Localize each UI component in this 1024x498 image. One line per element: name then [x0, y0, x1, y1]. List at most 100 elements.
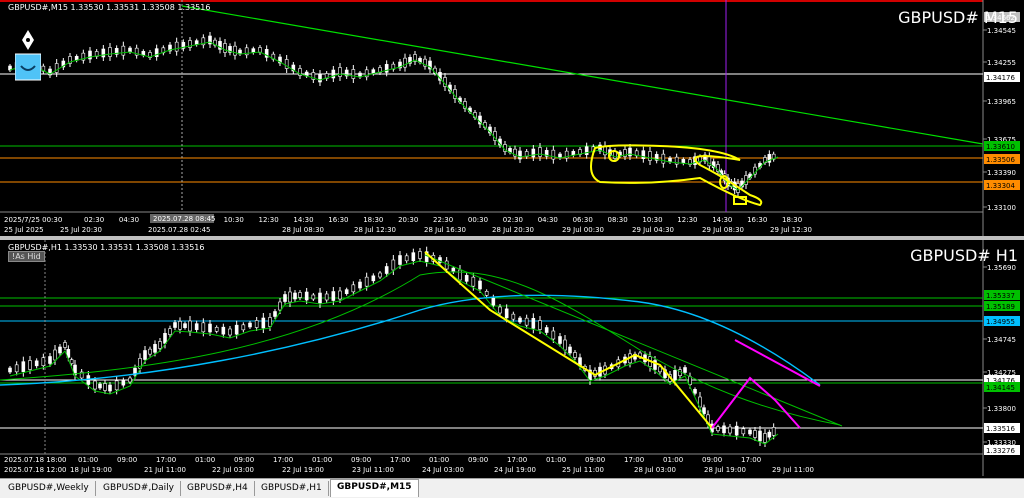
candle-body — [228, 328, 232, 336]
date-tick-label: 18 Jul 19:00 — [70, 466, 112, 474]
candle-body — [214, 327, 219, 332]
time-tick-label: 09:00 — [351, 456, 371, 464]
candle-body — [173, 322, 177, 328]
candle-body — [403, 57, 407, 68]
price-label: 1.33506 — [986, 156, 1015, 164]
candle-body — [411, 252, 416, 261]
date-tick-label: 29 Jul 08:30 — [702, 226, 744, 234]
candle-body — [311, 294, 316, 300]
m15-chart-pane[interactable]: 1.34545 1.34255 1.33965 1.33675 1.33390 1.331… — [0, 0, 1024, 236]
candle-body — [221, 326, 226, 335]
as-hidden-button[interactable]: !As Hid — [8, 251, 45, 262]
candle-body — [451, 267, 456, 273]
tab-weekly[interactable]: GBPUSD#,Weekly — [2, 481, 96, 496]
candle-body — [268, 317, 272, 327]
candle-body — [648, 151, 652, 161]
time-tick-label: 01:00 — [663, 456, 683, 464]
h1-chart-pane[interactable]: 1.35690 1.34745 1.34275 1.33800 1.33330 1.353… — [0, 240, 1024, 476]
time-tick-label: 09:00 — [468, 456, 488, 464]
time-tick-label: 09:00 — [234, 456, 254, 464]
date-tick-label: 22 Jul 03:00 — [212, 466, 254, 474]
tab-daily[interactable]: GBPUSD#,Daily — [97, 481, 181, 496]
price-tick-label: 1.35690 — [987, 264, 1016, 272]
candle-body — [661, 153, 666, 164]
price-tick-label: 1.33390 — [987, 169, 1016, 177]
candle-body — [28, 360, 32, 370]
time-tick-label: 18:30 — [363, 216, 383, 224]
candle-body — [58, 346, 62, 354]
candle-body — [148, 348, 152, 355]
date-tick-label: 25 Jul 20:30 — [60, 226, 102, 234]
price-tick-label: 1.33965 — [987, 98, 1016, 106]
candle-body — [234, 324, 239, 335]
time-tick-label: 17:00 — [156, 456, 176, 464]
candle-body — [41, 357, 46, 366]
candle-body — [491, 297, 496, 306]
time-tick-label: 02:30 — [84, 216, 104, 224]
chart-tab-bar: GBPUSD#,Weekly GBPUSD#,Daily GBPUSD#,H4 … — [0, 478, 1024, 498]
time-tick-label: 10:30 — [642, 216, 662, 224]
time-tick-label: 14:30 — [712, 216, 732, 224]
candle-body — [178, 321, 182, 330]
candle-body — [573, 352, 577, 358]
candle-body — [728, 426, 732, 434]
candle-body — [108, 47, 112, 57]
m15-chart-canvas[interactable]: 1.345451.342551.339651.336751.333901.331… — [0, 0, 1024, 236]
candle-body — [511, 313, 516, 320]
candle-body — [143, 350, 147, 360]
price-label: 1.33610 — [986, 143, 1015, 151]
candle-body — [716, 426, 720, 431]
candle-body — [758, 430, 762, 442]
time-tick-label: 10:30 — [224, 216, 244, 224]
candle-body — [338, 290, 342, 300]
candle-body — [563, 339, 567, 351]
date-tick-label: 28 Jul 03:00 — [634, 466, 676, 474]
candle-body — [351, 69, 356, 79]
date-tick-label: 25 Jul 2025 — [4, 226, 44, 234]
date-tick-label: 28 Jul 16:30 — [424, 226, 466, 234]
price-tick-label: 1.34545 — [987, 27, 1016, 35]
candle-body — [538, 147, 542, 157]
candle-body — [194, 323, 199, 330]
time-tick-label: 04:30 — [538, 216, 558, 224]
candle-body — [293, 292, 297, 300]
price-tick-label: 1.34745 — [987, 336, 1016, 344]
candle-body — [338, 67, 342, 77]
price-label: 1.34145 — [986, 384, 1015, 392]
time-tick-label: 2025.07.18 18:00 — [4, 456, 66, 464]
candle-body — [418, 251, 422, 259]
h1-chart-canvas[interactable]: 1.356901.347451.342751.338001.333301.353… — [0, 240, 1024, 476]
candle-body — [278, 301, 282, 311]
candle-body — [101, 48, 106, 58]
time-tick-label: 17:00 — [624, 456, 644, 464]
date-tick-label: 21 Jul 11:00 — [144, 466, 186, 474]
candle-body — [174, 41, 179, 52]
candle-body — [464, 275, 469, 282]
candle-body — [304, 291, 309, 301]
time-tick-label: 12:30 — [677, 216, 697, 224]
candle-body — [444, 260, 449, 270]
candle-body — [103, 383, 107, 391]
candle-body — [734, 425, 739, 436]
candle-body — [531, 148, 536, 158]
tab-h1[interactable]: GBPUSD#,H1 — [255, 481, 329, 496]
time-tick-label: 09:00 — [702, 456, 722, 464]
time-tick-label: 2025/7/25 00:30 — [4, 216, 62, 224]
price-label: 1.35189 — [986, 303, 1015, 311]
price-label: 1.33516 — [986, 425, 1015, 433]
candle-body — [741, 428, 746, 435]
time-tick-label: 09:00 — [585, 456, 605, 464]
candle-body — [318, 292, 322, 304]
candle-body — [254, 320, 259, 328]
candle-body — [458, 269, 462, 281]
candle-body — [48, 356, 52, 364]
candle-body — [484, 291, 489, 296]
tab-h4[interactable]: GBPUSD#,H4 — [181, 481, 255, 496]
time-tick-label: 04:30 — [119, 216, 139, 224]
candle-body — [544, 327, 549, 333]
candle-body — [384, 266, 389, 274]
tab-m15[interactable]: GBPUSD#,M15 — [330, 479, 419, 497]
date-tick-label: 28 Jul 08:30 — [282, 226, 324, 234]
time-tick-label: 16:30 — [328, 216, 348, 224]
candle-body — [384, 64, 389, 73]
